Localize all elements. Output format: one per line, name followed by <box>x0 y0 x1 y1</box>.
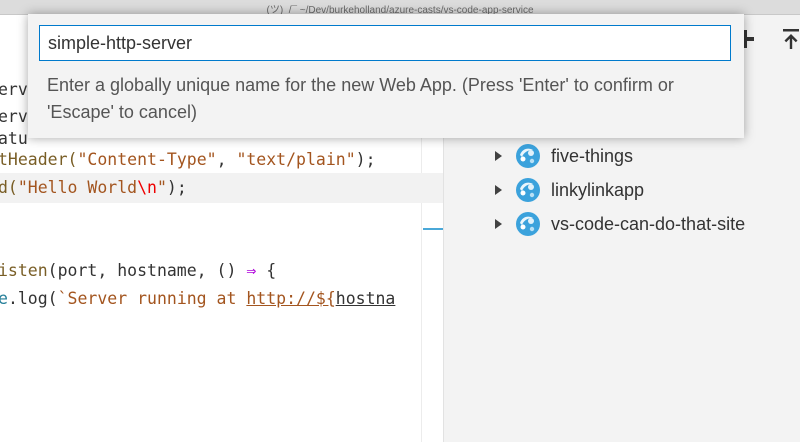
code-token: hostna <box>335 289 396 308</box>
tree-item-vs-code-can-do-that-site[interactable]: vs-code-can-do-that-site <box>495 209 745 239</box>
code-token: isten <box>0 261 48 280</box>
code-line-end: d("Hello World\n"); <box>0 174 187 202</box>
tree-item-five-things[interactable]: five-things <box>495 141 633 171</box>
app-service-icon <box>516 144 540 168</box>
code-token: (port, hostname, () <box>47 261 247 280</box>
code-escape: \n <box>137 178 157 197</box>
quick-input-message: Enter a globally unique name for the new… <box>47 75 674 122</box>
web-app-name-input[interactable] <box>39 25 731 61</box>
code-line-set-header: tHeader("Content-Type", "text/plain"); <box>0 146 376 174</box>
code-string: `Server running at <box>57 289 247 308</box>
code-token: ); <box>355 150 376 169</box>
code-token: { <box>256 261 277 280</box>
code-arrow: ⇒ <box>246 261 257 280</box>
code-token: e <box>0 289 8 308</box>
quick-input-widget: Enter a globally unique name for the new… <box>28 14 744 138</box>
code-string: "Content-Type" <box>77 150 217 169</box>
code-string: "text/plain" <box>236 150 356 169</box>
code-string: "Hello World <box>17 178 138 197</box>
sash-indicator <box>423 228 443 230</box>
upload-icon[interactable] <box>781 28 800 50</box>
code-token: .log( <box>7 289 58 308</box>
tree-item-label: five-things <box>551 145 634 166</box>
title-bar: (ツ)_/¯ ~/Dev/burkeholland/azure-casts/vs… <box>0 0 800 16</box>
chevron-right-icon[interactable] <box>495 219 502 229</box>
chevron-right-icon[interactable] <box>495 151 502 161</box>
code-token: ); <box>166 178 187 197</box>
code-line-listen: isten(port, hostname, () ⇒ { <box>0 257 276 285</box>
code-line-console-log: e.log(`Server running at http://${hostna <box>0 285 395 313</box>
code-token: tHeader( <box>0 150 78 169</box>
app-service-icon <box>516 212 540 236</box>
code-token: , <box>216 150 237 169</box>
chevron-right-icon[interactable] <box>495 185 502 195</box>
tree-item-linkylinkapp[interactable]: linkylinkapp <box>495 175 644 205</box>
code-string: " <box>156 178 167 197</box>
code-token: d( <box>0 178 18 197</box>
app-service-icon <box>516 178 540 202</box>
tree-item-label: linkylinkapp <box>551 179 645 200</box>
code-url[interactable]: http://${ <box>246 289 335 308</box>
tree-item-label: vs-code-can-do-that-site <box>551 213 746 234</box>
